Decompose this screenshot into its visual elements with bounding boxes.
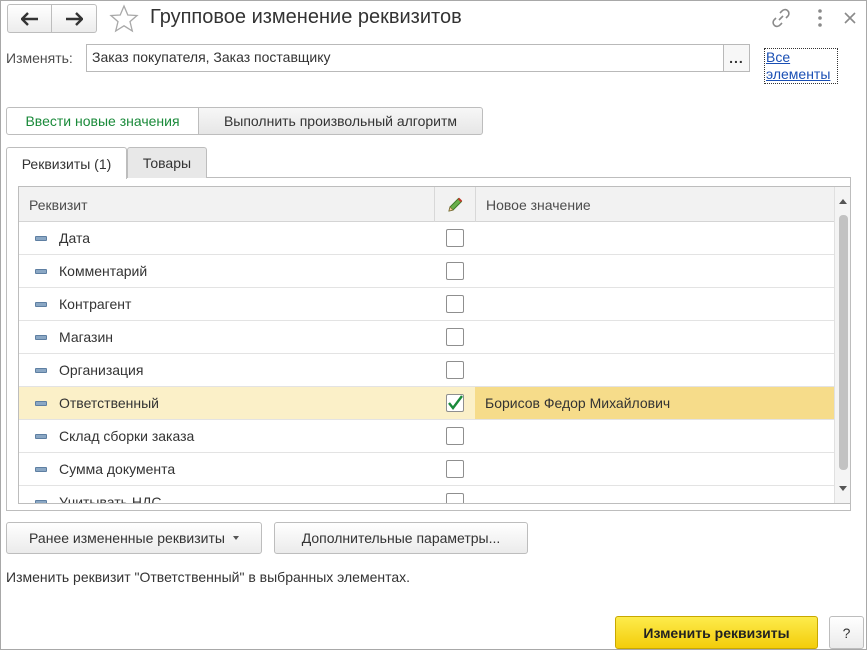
requisite-name: Сумма документа [59,461,176,477]
new-value-cell[interactable] [475,255,834,287]
new-value-cell[interactable] [475,486,834,503]
table-row-selected[interactable]: Ответственный Борисов Федор Михайлович [19,387,834,420]
column-header-edit[interactable] [434,187,475,222]
table-header: Реквизит Новое значение [19,187,834,222]
requisite-icon [35,433,47,439]
new-value-cell[interactable]: Борисов Федор Михайлович [475,387,834,419]
requisite-icon [35,400,47,406]
apply-changes-button[interactable]: Изменить реквизиты [615,616,818,649]
requisite-name: Комментарий [59,263,148,279]
requisite-name: Контрагент [59,296,132,312]
link-icon[interactable] [770,7,792,29]
new-value-cell[interactable] [475,288,834,320]
select-objects-button[interactable]: ... [723,44,750,72]
table-body: Дата Комментарий Контрагент Магазин Орга [19,222,834,504]
requisite-name: Склад сборки заказа [59,428,195,444]
edit-checkbox[interactable] [445,361,464,379]
requisite-name: Учитывать НДС [59,494,162,504]
requisite-icon [35,235,47,241]
new-value-cell[interactable] [475,222,834,254]
table-row[interactable]: Комментарий [19,255,834,288]
table-row[interactable]: Дата [19,222,834,255]
table-row[interactable]: Организация [19,354,834,387]
checkmark-icon [447,395,463,410]
enter-new-values-button[interactable]: Ввести новые значения [6,107,199,135]
column-header-new-value[interactable]: Новое значение [475,187,834,222]
requisite-icon [35,466,47,472]
more-menu-icon[interactable] [809,7,831,29]
close-icon[interactable] [839,7,861,29]
requisite-icon [35,499,47,503]
pencil-icon [448,197,463,212]
table-row[interactable]: Учитывать НДС [19,486,834,504]
requisite-name: Магазин [59,329,114,345]
dropdown-caret-icon [232,536,239,540]
table-row[interactable]: Контрагент [19,288,834,321]
help-button[interactable]: ? [829,616,864,649]
table-row[interactable]: Склад сборки заказа [19,420,834,453]
table-row[interactable]: Сумма документа [19,453,834,486]
table-scrollbar[interactable] [834,187,850,503]
all-elements-link[interactable]: Все элементы [764,48,838,84]
edit-checkbox[interactable] [445,460,464,478]
edit-checkbox[interactable] [445,328,464,346]
new-value-cell[interactable] [475,321,834,353]
tab-goods[interactable]: Товары [127,147,207,178]
all-elements-link-line1: Все [766,49,791,65]
scrollbar-thumb[interactable] [839,215,848,470]
navigation-buttons [7,4,97,33]
new-value-cell[interactable] [475,354,834,386]
previous-requisites-button[interactable]: Ранее измененные реквизиты [6,522,262,554]
column-header-attribute[interactable]: Реквизит [19,187,434,222]
edit-checkbox[interactable] [445,262,464,280]
arrow-left-icon [20,11,38,26]
requisite-icon [35,334,47,340]
tab-requisites[interactable]: Реквизиты (1) [6,147,127,179]
requisites-table: Реквизит Новое значение Дата Комментарий [18,186,851,504]
requisite-icon [35,367,47,373]
new-value-cell[interactable] [475,453,834,485]
edit-checkbox[interactable] [445,295,464,313]
edit-checkbox[interactable] [445,427,464,445]
arrow-right-icon [66,11,83,26]
dialog-window: Групповое изменение реквизитов Изменять:… [0,0,867,650]
favorite-star-icon[interactable] [109,4,139,34]
all-elements-link-line2: элементы [766,66,831,82]
requisite-name: Дата [59,230,91,246]
requisite-name: Организация [59,362,144,378]
previous-requisites-label: Ранее измененные реквизиты [29,530,225,546]
additional-parameters-button[interactable]: Дополнительные параметры... [274,522,528,554]
edit-checkbox-checked[interactable] [445,394,464,412]
scroll-up-icon[interactable] [839,199,847,204]
custom-algorithm-button[interactable]: Выполнить произвольный алгоритм [198,107,483,135]
back-button[interactable] [7,4,52,33]
table-row[interactable]: Магазин [19,321,834,354]
scroll-down-icon[interactable] [839,486,847,491]
new-value-cell[interactable] [475,420,834,452]
edit-checkbox[interactable] [445,229,464,247]
requisite-icon [35,301,47,307]
requisite-name: Ответственный [59,395,159,411]
requisite-icon [35,268,47,274]
forward-button[interactable] [52,4,97,33]
change-objects-field[interactable]: Заказ покупателя, Заказ поставщику [86,44,724,72]
edit-checkbox[interactable] [445,493,464,503]
change-label: Изменять: [6,50,73,66]
window-title: Групповое изменение реквизитов [150,6,462,28]
status-text: Изменить реквизит "Ответственный" в выбр… [6,569,411,585]
